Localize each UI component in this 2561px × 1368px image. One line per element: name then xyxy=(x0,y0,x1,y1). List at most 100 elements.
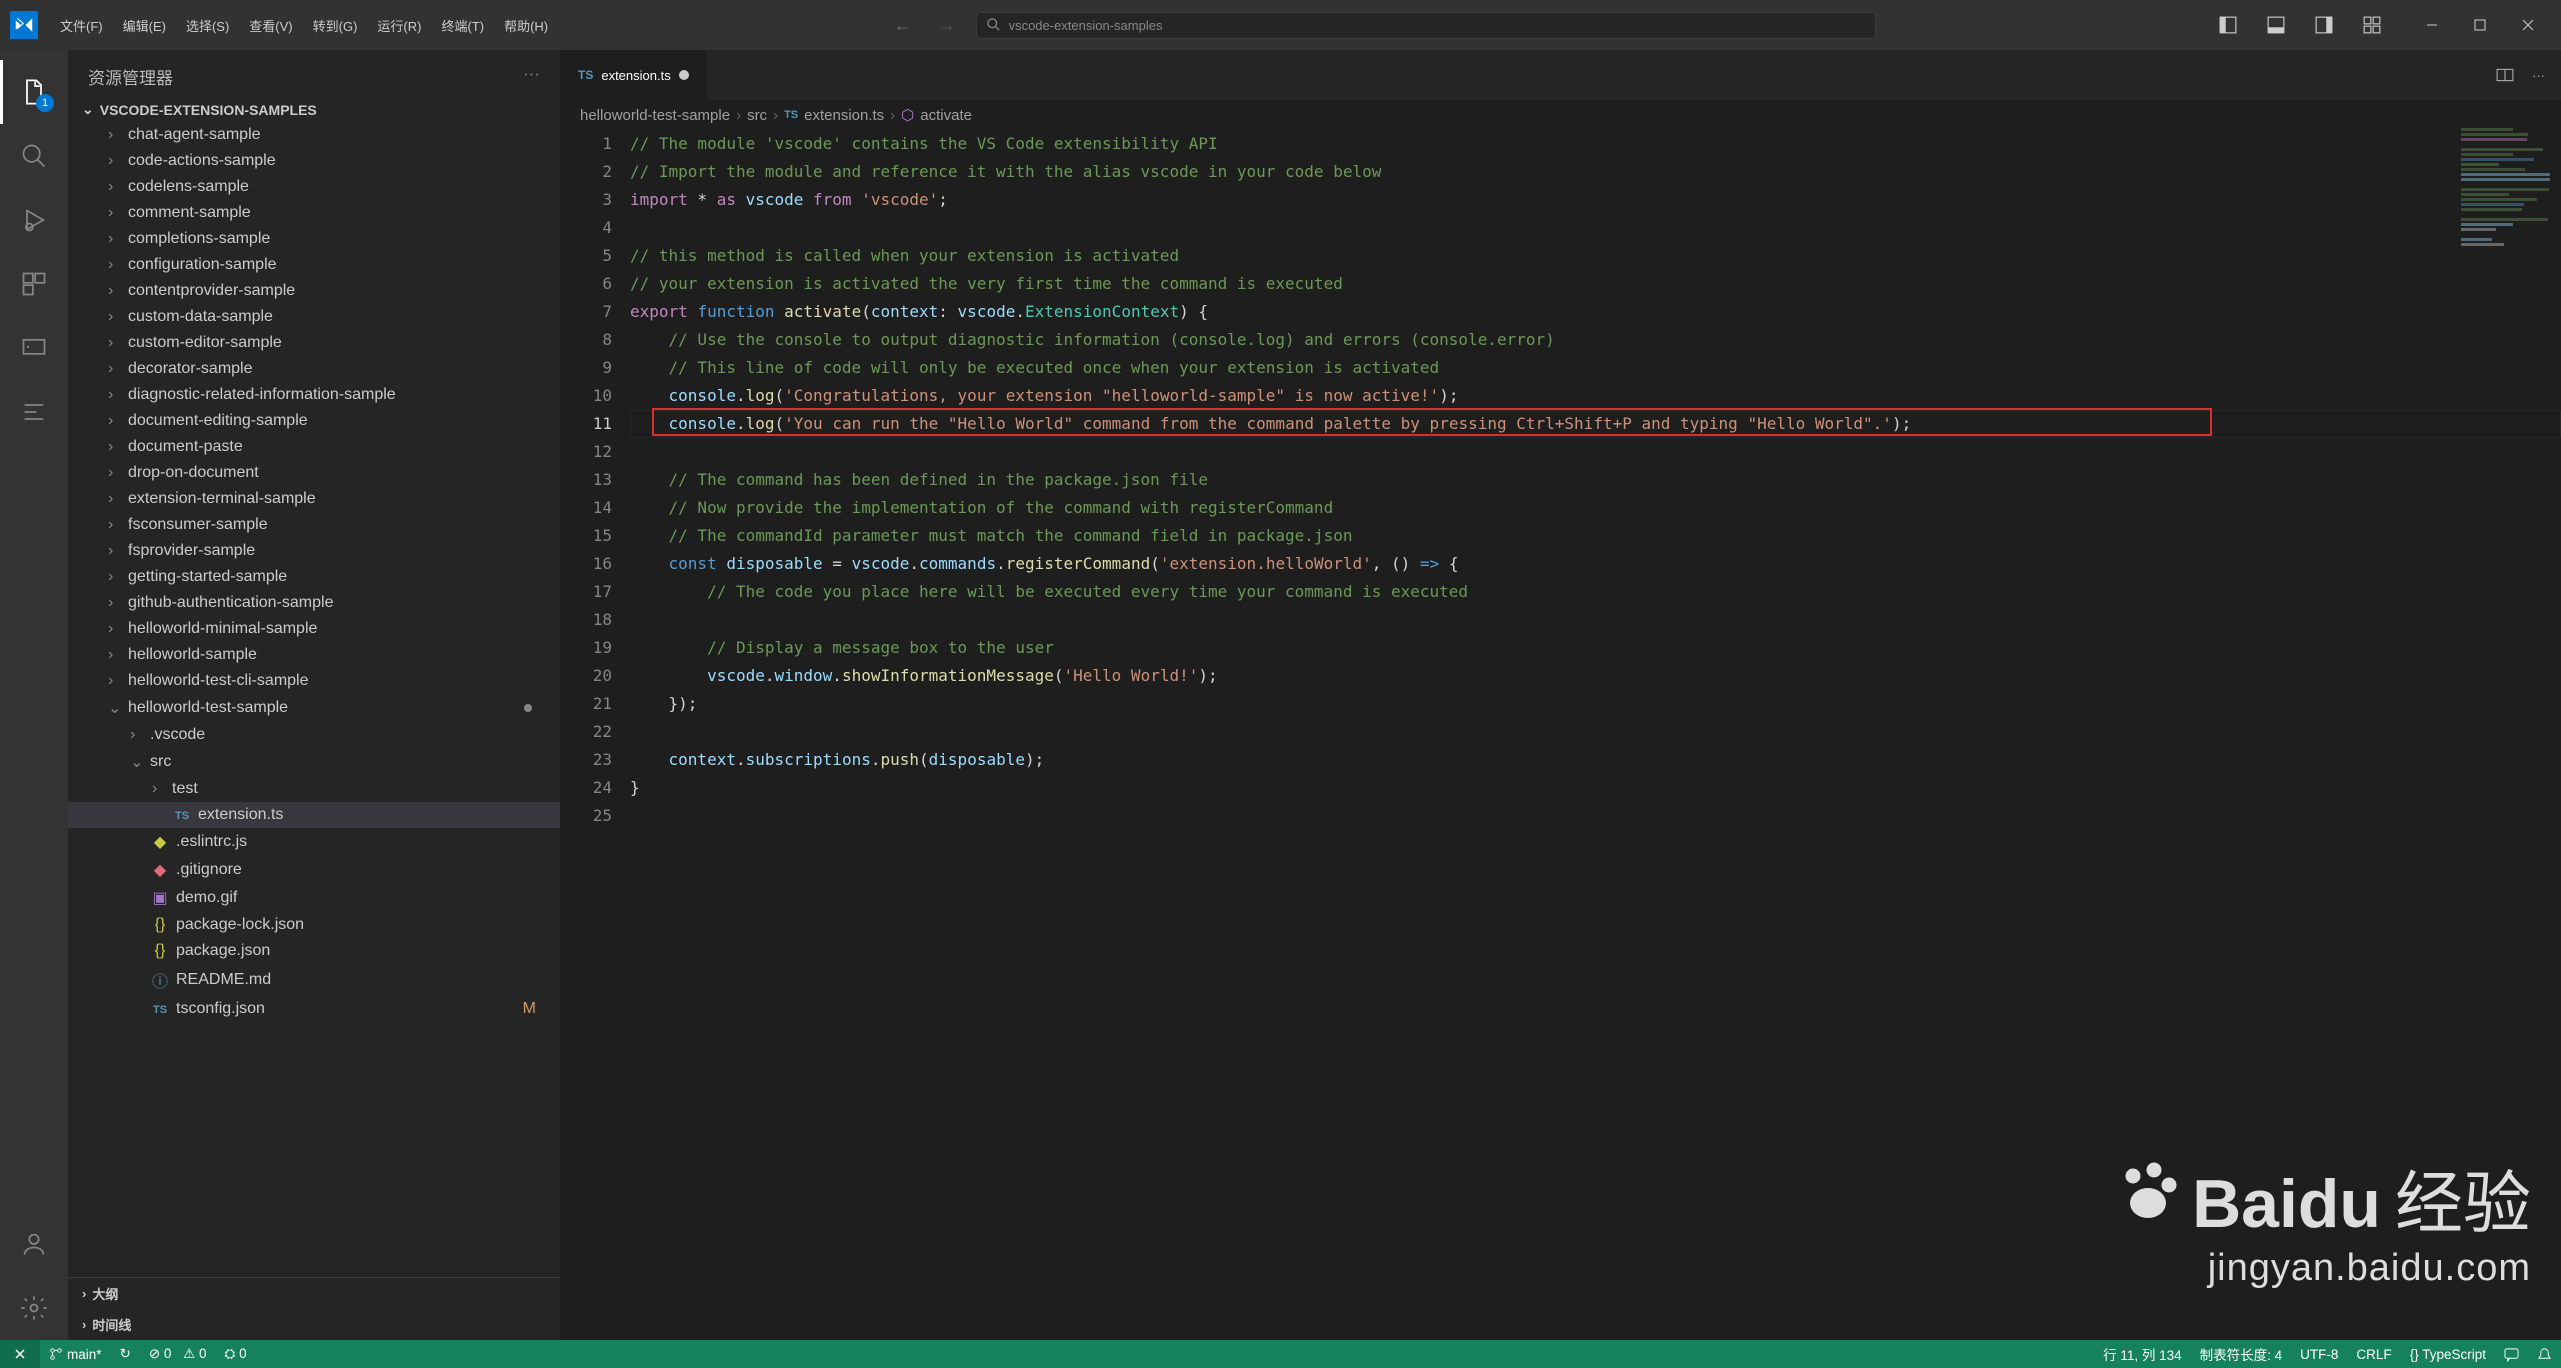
editor-tab-extension-ts[interactable]: TS extension.ts xyxy=(560,50,708,100)
tree-item[interactable]: ›document-editing-sample xyxy=(68,408,560,434)
feedback-icon[interactable] xyxy=(2495,1340,2528,1368)
search-activity-icon[interactable] xyxy=(0,124,68,188)
tree-item[interactable]: ›custom-data-sample xyxy=(68,304,560,330)
minimap[interactable] xyxy=(2461,128,2561,1340)
window-minimize-icon[interactable] xyxy=(2409,2,2455,48)
tree-item[interactable]: ›helloworld-test-cli-sample xyxy=(68,668,560,694)
tree-item[interactable]: ▣demo.gif xyxy=(68,884,560,912)
tree-item[interactable]: ›codelens-sample xyxy=(68,174,560,200)
menu-选择(S)[interactable]: 选择(S) xyxy=(176,13,239,40)
problems-status[interactable]: ⊘ 0 ⚠ 0 xyxy=(140,1340,216,1368)
breadcrumb-segment[interactable]: extension.ts xyxy=(804,107,884,124)
accounts-activity-icon[interactable] xyxy=(0,1212,68,1276)
run-debug-activity-icon[interactable] xyxy=(0,188,68,252)
status-bar: main* ↻ ⊘ 0 ⚠ 0 ⛭ 0 行 11, 列 134 制表符长度: 4… xyxy=(0,1340,2561,1368)
menu-查看(V)[interactable]: 查看(V) xyxy=(239,13,302,40)
tree-item[interactable]: ◆.gitignore xyxy=(68,856,560,884)
tree-item[interactable]: ›helloworld-minimal-sample xyxy=(68,616,560,642)
breadcrumb-segment[interactable]: activate xyxy=(920,107,972,124)
breadcrumb[interactable]: helloworld-test-sample›src›TSextension.t… xyxy=(560,100,2561,128)
tree-item[interactable]: ›chat-agent-sample xyxy=(68,122,560,148)
remote-indicator-icon[interactable] xyxy=(0,1340,40,1368)
workspace-header[interactable]: ⌄ VSCODE-EXTENSION-SAMPLES xyxy=(68,97,560,122)
tree-item[interactable]: ›github-authentication-sample xyxy=(68,590,560,616)
tree-item[interactable]: ◆.eslintrc.js xyxy=(68,828,560,856)
tree-item[interactable]: ⌄src xyxy=(68,748,560,776)
tree-item[interactable]: ›diagnostic-related-information-sample xyxy=(68,382,560,408)
tree-item[interactable]: ›extension-terminal-sample xyxy=(68,486,560,512)
more-actions-icon[interactable]: ··· xyxy=(2532,68,2545,83)
eol-status[interactable]: CRLF xyxy=(2347,1340,2400,1368)
language-mode-status[interactable]: {} TypeScript xyxy=(2401,1340,2495,1368)
notifications-icon[interactable] xyxy=(2528,1340,2561,1368)
compare-changes-icon[interactable] xyxy=(2496,66,2514,84)
tab-label: extension.ts xyxy=(601,68,670,83)
menu-转到(G)[interactable]: 转到(G) xyxy=(303,13,368,40)
sync-status-icon[interactable]: ↻ xyxy=(111,1340,140,1368)
more-icon[interactable]: ··· xyxy=(523,64,540,89)
tree-item[interactable]: ›fsconsumer-sample xyxy=(68,512,560,538)
file-tree: ›chat-agent-sample›code-actions-sample›c… xyxy=(68,122,560,1277)
tree-item[interactable]: {}package-lock.json xyxy=(68,912,560,938)
tree-item[interactable]: ›.vscode xyxy=(68,722,560,748)
customize-layout-icon[interactable] xyxy=(2349,2,2395,48)
breadcrumb-segment[interactable]: src xyxy=(747,107,767,124)
references-activity-icon[interactable] xyxy=(0,380,68,444)
remote-explorer-activity-icon[interactable] xyxy=(0,316,68,380)
command-center-search[interactable]: vscode-extension-samples xyxy=(976,12,1876,39)
tree-item[interactable]: ›document-paste xyxy=(68,434,560,460)
tree-item[interactable]: TSextension.ts xyxy=(68,802,560,828)
tree-item[interactable]: ›contentprovider-sample xyxy=(68,278,560,304)
toggle-primary-sidebar-icon[interactable] xyxy=(2205,2,2251,48)
tree-item[interactable]: TStsconfig.jsonM xyxy=(68,996,560,1022)
explorer-activity-icon[interactable]: 1 xyxy=(0,60,68,124)
timeline-panel-header[interactable]: ›时间线 xyxy=(68,1309,560,1340)
tree-item[interactable]: {}package.json xyxy=(68,938,560,964)
code-editor[interactable]: // The module 'vscode' contains the VS C… xyxy=(630,128,2561,1340)
menu-文件(F)[interactable]: 文件(F) xyxy=(50,13,113,40)
menu-帮助(H)[interactable]: 帮助(H) xyxy=(494,13,558,40)
breadcrumb-segment[interactable]: helloworld-test-sample xyxy=(580,107,730,124)
tree-item[interactable]: ⌄helloworld-test-sample xyxy=(68,694,560,722)
window-close-icon[interactable] xyxy=(2505,2,2551,48)
menu-bar: 文件(F)编辑(E)选择(S)查看(V)转到(G)运行(R)终端(T)帮助(H) xyxy=(50,16,558,35)
app-logo xyxy=(10,11,38,39)
menu-编辑(E)[interactable]: 编辑(E) xyxy=(113,13,176,40)
toggle-panel-icon[interactable] xyxy=(2253,2,2299,48)
git-branch-status[interactable]: main* xyxy=(40,1340,111,1368)
tree-item[interactable]: ›completions-sample xyxy=(68,226,560,252)
line-numbers-gutter: 1234567891011121314151617181920212223242… xyxy=(560,128,630,1340)
tree-item[interactable]: ›helloworld-sample xyxy=(68,642,560,668)
dirty-indicator-icon xyxy=(679,70,689,80)
tree-item[interactable]: ›drop-on-document xyxy=(68,460,560,486)
chevron-down-icon: ⌄ xyxy=(82,101,94,118)
outline-panel-header[interactable]: ›大纲 xyxy=(68,1278,560,1309)
tree-item[interactable]: ›test xyxy=(68,776,560,802)
activity-bar: 1 xyxy=(0,50,68,1340)
tree-item[interactable]: ›comment-sample xyxy=(68,200,560,226)
window-maximize-icon[interactable] xyxy=(2457,2,2503,48)
tree-item[interactable]: ›code-actions-sample xyxy=(68,148,560,174)
tree-item[interactable]: ›configuration-sample xyxy=(68,252,560,278)
tree-item[interactable]: ⓘREADME.md xyxy=(68,964,560,996)
menu-运行(R)[interactable]: 运行(R) xyxy=(367,13,431,40)
nav-back-icon[interactable]: ← xyxy=(888,15,918,36)
settings-activity-icon[interactable] xyxy=(0,1276,68,1340)
tree-item[interactable]: ›fsprovider-sample xyxy=(68,538,560,564)
nav-forward-icon[interactable]: → xyxy=(932,15,962,36)
explorer-badge: 1 xyxy=(36,94,54,112)
indent-status[interactable]: 制表符长度: 4 xyxy=(2191,1340,2292,1368)
encoding-status[interactable]: UTF-8 xyxy=(2291,1340,2347,1368)
sidebar-title-text: 资源管理器 xyxy=(88,64,173,89)
extensions-activity-icon[interactable] xyxy=(0,252,68,316)
typescript-file-icon: TS xyxy=(578,68,593,82)
toggle-secondary-sidebar-icon[interactable] xyxy=(2301,2,2347,48)
tree-item[interactable]: ›custom-editor-sample xyxy=(68,330,560,356)
command-center-text: vscode-extension-samples xyxy=(1009,18,1163,33)
cursor-position-status[interactable]: 行 11, 列 134 xyxy=(2094,1340,2191,1368)
menu-终端(T)[interactable]: 终端(T) xyxy=(431,13,494,40)
tree-item[interactable]: ›getting-started-sample xyxy=(68,564,560,590)
ports-status[interactable]: ⛭ 0 xyxy=(216,1340,256,1368)
editor-area: TS extension.ts ··· helloworld-test-samp… xyxy=(560,50,2561,1340)
tree-item[interactable]: ›decorator-sample xyxy=(68,356,560,382)
